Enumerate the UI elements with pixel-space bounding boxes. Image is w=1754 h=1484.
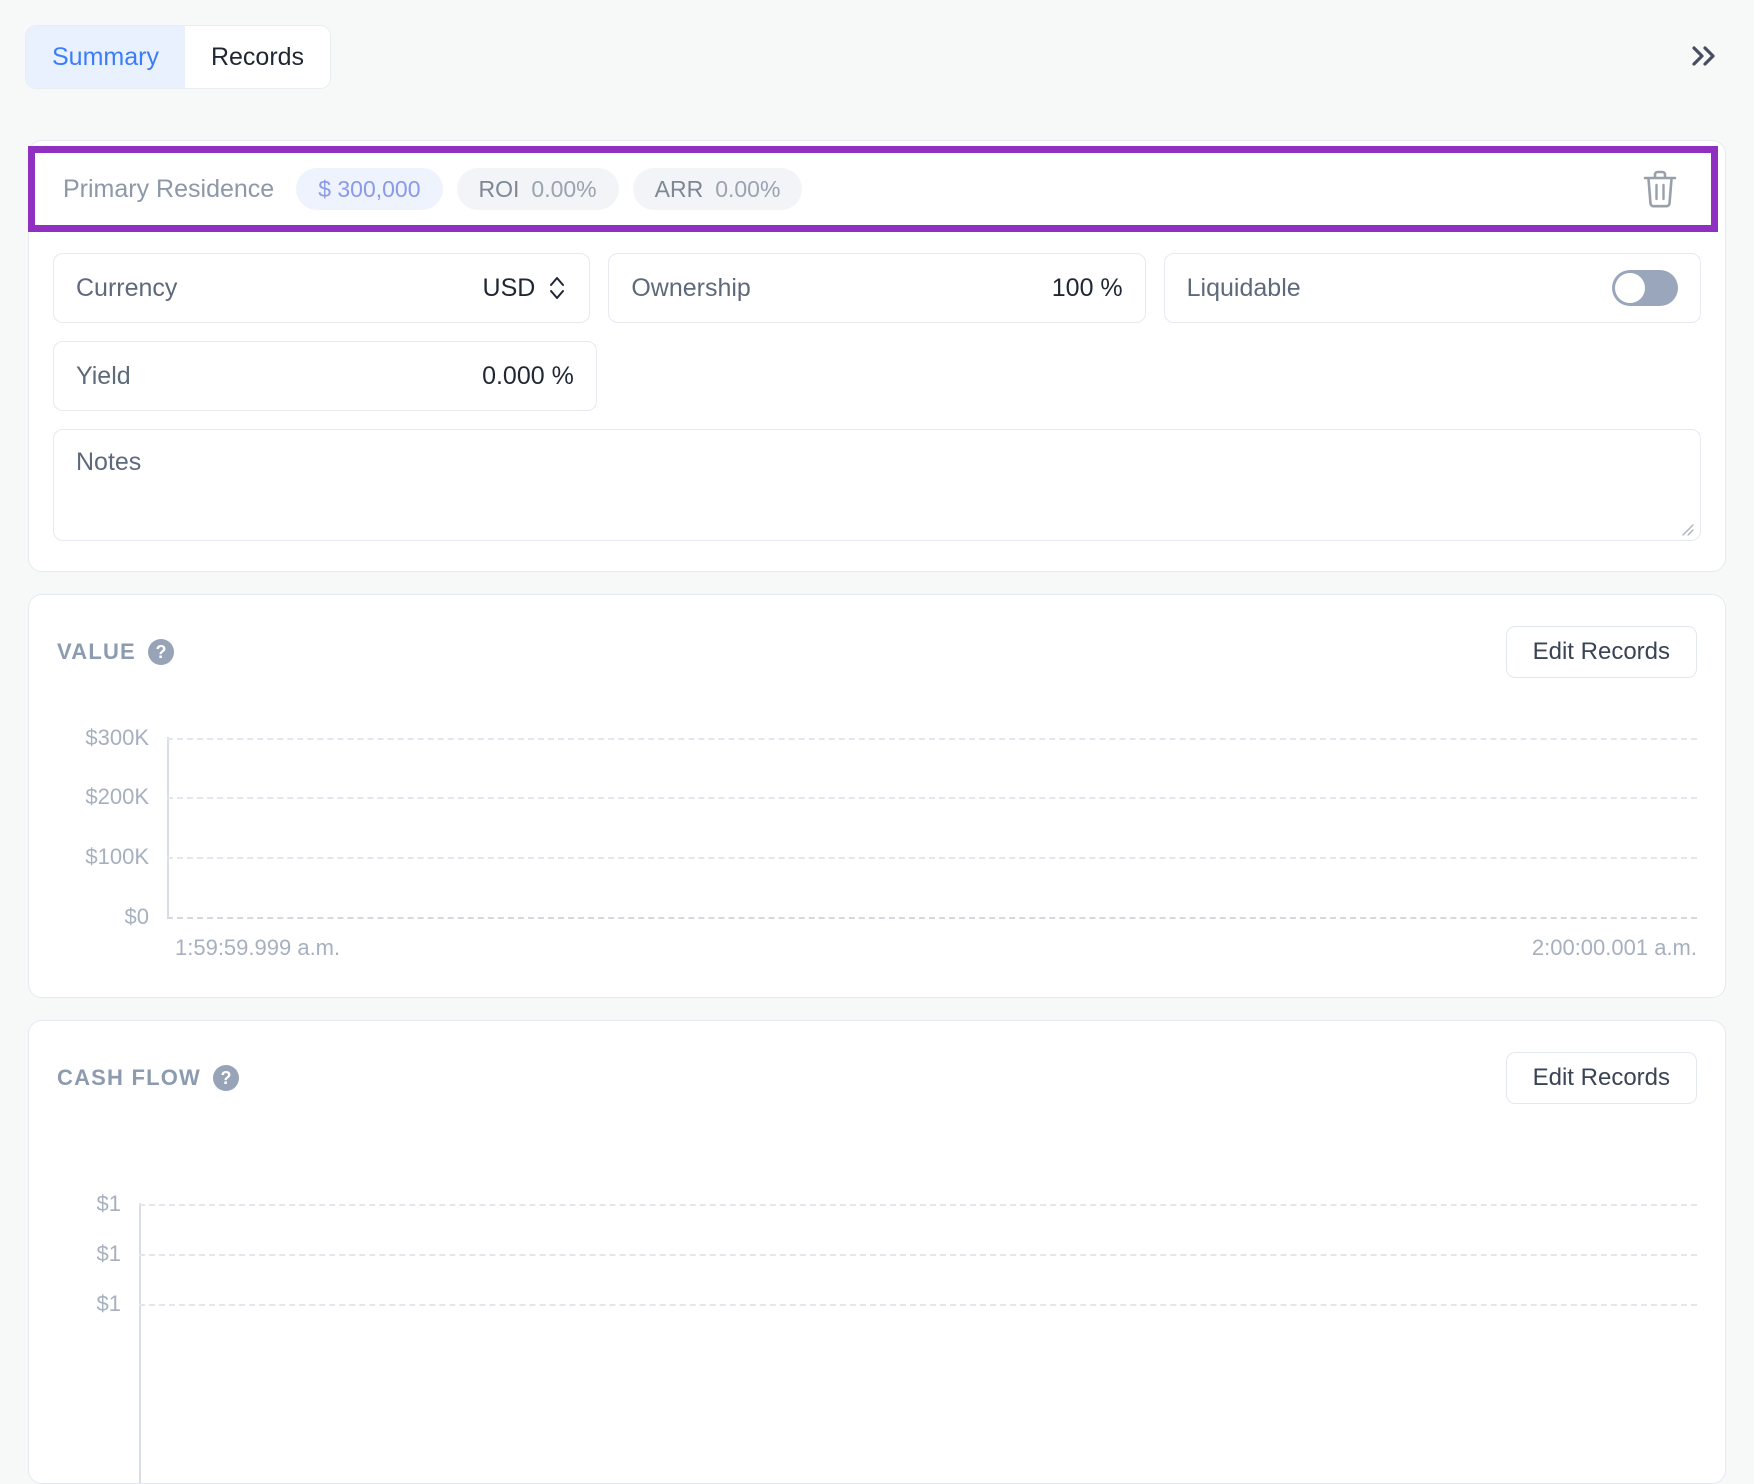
trash-icon — [1643, 170, 1677, 208]
chevron-double-right-icon — [1692, 46, 1715, 66]
currency-label: Currency — [76, 273, 178, 302]
yield-label: Yield — [76, 361, 131, 390]
arr-label: ARR — [654, 175, 704, 202]
asset-roi-pill: ROI 0.00% — [456, 168, 619, 210]
currency-field[interactable]: Currency USD — [53, 253, 591, 323]
notes-placeholder: Notes — [76, 448, 142, 476]
value-section-title: VALUE — [57, 639, 136, 664]
cashflow-gridline-0 — [139, 1204, 1697, 1206]
help-icon[interactable]: ? — [213, 1065, 240, 1091]
asset-arr-pill: ARR 0.00% — [632, 168, 803, 210]
roi-label: ROI — [478, 175, 520, 202]
liquidable-toggle[interactable] — [1611, 270, 1678, 306]
toggle-knob — [1614, 273, 1645, 303]
value-ytick-0: $300K — [85, 725, 149, 750]
asset-detail-page: Summary Records Currency USD Ownership 1… — [0, 0, 1754, 1484]
roi-value: 0.00% — [531, 175, 597, 202]
tab-records-label: Records — [210, 42, 305, 71]
cashflow-edit-records-label: Edit Records — [1532, 1064, 1670, 1091]
asset-name: Primary Residence — [63, 174, 275, 203]
resize-grip-icon[interactable] — [1678, 520, 1694, 536]
cashflow-gridline-1 — [139, 1254, 1697, 1256]
asset-form: Currency USD Ownership 100 % Liquidable … — [53, 253, 1701, 541]
help-icon-glyph: ? — [220, 1067, 232, 1088]
currency-value-group: USD — [483, 272, 568, 304]
value-edit-records-label: Edit Records — [1532, 638, 1670, 665]
form-row-1: Currency USD Ownership 100 % Liquidable — [53, 253, 1701, 323]
delete-asset-button[interactable] — [1635, 164, 1685, 214]
ownership-value: 100 % — [1051, 273, 1123, 302]
value-gridline-3 — [167, 917, 1697, 919]
cashflow-chart-plot: $1 $1 $1 — [57, 1191, 1697, 1484]
cashflow-y-axis — [139, 1203, 141, 1483]
cashflow-ytick-1: $1 — [96, 1241, 121, 1266]
value-gridline-2 — [167, 857, 1697, 859]
asset-value-pill[interactable]: $ 300,000 — [296, 168, 443, 210]
cashflow-gridline-2 — [139, 1304, 1697, 1306]
asset-value-text: $ 300,000 — [318, 175, 421, 202]
stepper-updown-icon[interactable] — [547, 272, 567, 304]
cashflow-ytick-2: $1 — [96, 1291, 121, 1316]
help-icon-glyph: ? — [155, 641, 167, 662]
cashflow-ytick-0: $1 — [96, 1191, 121, 1216]
ownership-field[interactable]: Ownership 100 % — [608, 253, 1146, 323]
value-ytick-3: $0 — [124, 904, 149, 929]
tab-group: Summary Records — [26, 26, 331, 88]
liquidable-field[interactable]: Liquidable — [1163, 253, 1701, 323]
value-gridline-1 — [167, 797, 1697, 799]
value-ytick-2: $100K — [85, 844, 149, 869]
value-ytick-1: $200K — [85, 784, 149, 809]
asset-header-row[interactable]: Primary Residence $ 300,000 ROI 0.00% AR… — [35, 153, 1711, 225]
value-xtick-start: 1:59:59.999 a.m. — [175, 935, 341, 960]
value-gridline-0 — [167, 738, 1697, 740]
notes-textarea[interactable]: Notes — [53, 429, 1701, 541]
yield-value: 0.000 % — [482, 361, 574, 390]
collapse-panel-button[interactable] — [1676, 28, 1732, 84]
yield-field[interactable]: Yield 0.000 % — [53, 341, 597, 411]
arr-value: 0.00% — [715, 175, 781, 202]
value-section-header: VALUE ? Edit Records — [57, 625, 1697, 679]
tab-summary[interactable]: Summary — [26, 26, 185, 88]
cashflow-chart-card: CASH FLOW ? Edit Records $1 $1 $1 — [28, 1020, 1726, 1484]
cashflow-edit-records-button[interactable]: Edit Records — [1505, 1052, 1697, 1104]
cashflow-section-title: CASH FLOW — [57, 1065, 202, 1090]
cashflow-section-header: CASH FLOW ? Edit Records — [57, 1051, 1697, 1105]
help-icon[interactable]: ? — [147, 639, 174, 665]
form-row-2: Yield 0.000 % — [53, 341, 1701, 411]
value-xtick-end: 2:00:00.001 a.m. — [1531, 935, 1697, 960]
value-y-axis — [167, 737, 169, 919]
ownership-label: Ownership — [631, 273, 751, 302]
tab-summary-label: Summary — [52, 42, 159, 71]
value-edit-records-button[interactable]: Edit Records — [1505, 626, 1697, 678]
liquidable-label: Liquidable — [1186, 273, 1301, 302]
value-chart-card: VALUE ? Edit Records $300K $200K $100K $… — [28, 594, 1726, 998]
value-chart-plot: $300K $200K $100K $0 1:59:59.999 a.m. 2:… — [57, 725, 1697, 965]
tab-records[interactable]: Records — [184, 26, 331, 88]
currency-value: USD — [482, 273, 536, 302]
asset-header-highlight: Primary Residence $ 300,000 ROI 0.00% AR… — [28, 146, 1718, 232]
top-bar: Summary Records — [0, 0, 1754, 126]
